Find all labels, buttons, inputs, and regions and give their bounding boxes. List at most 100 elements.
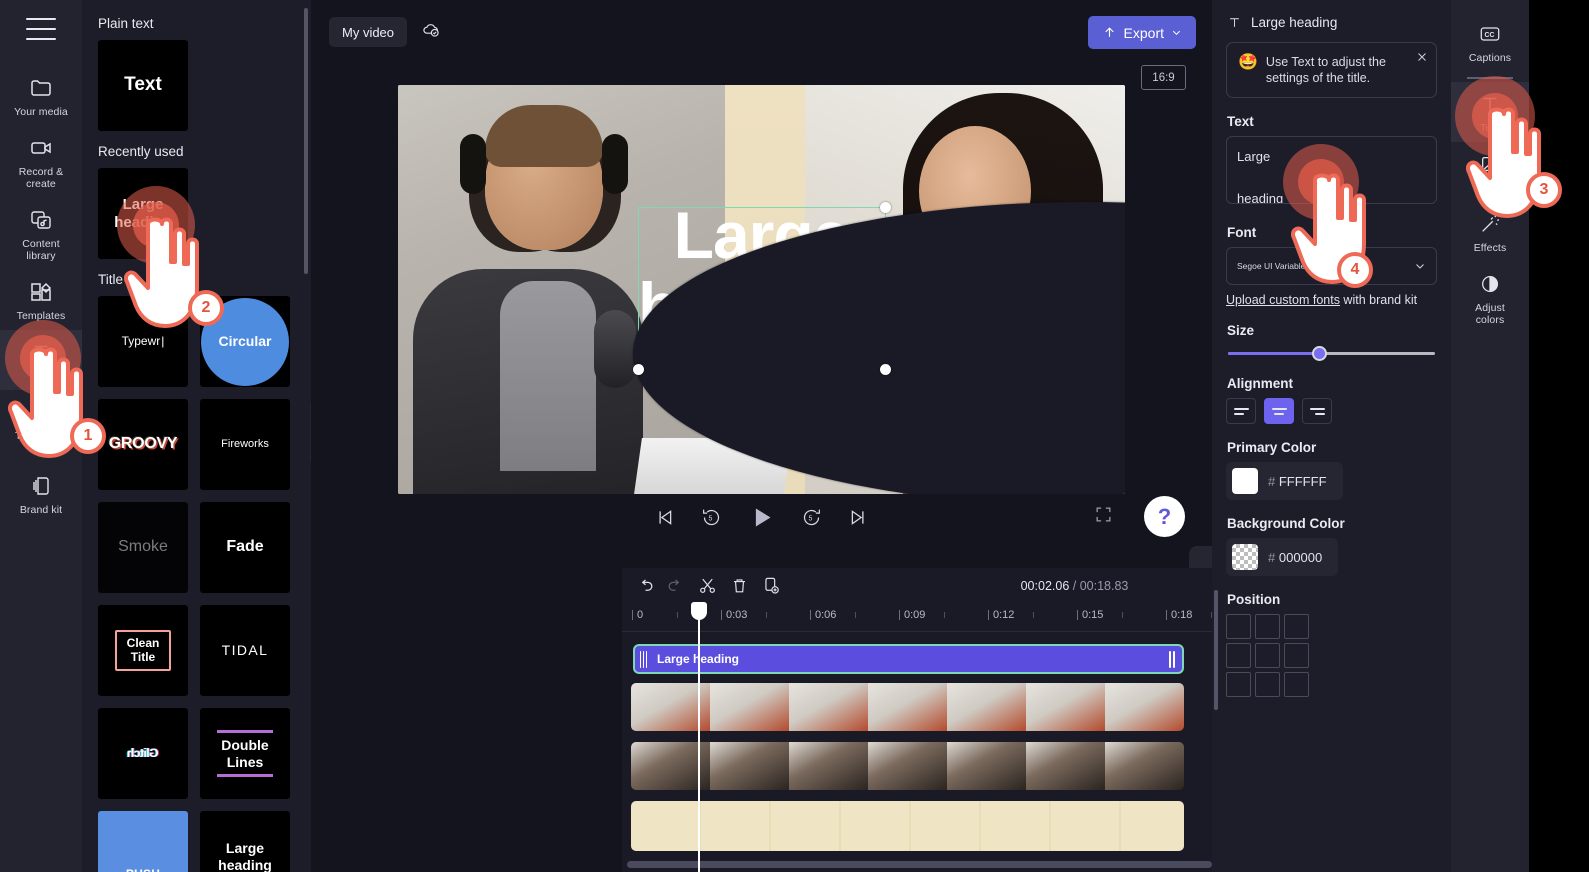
resize-handle-bottom-left[interactable] <box>633 364 644 375</box>
section-heading-recently-used: Recently used <box>98 144 184 159</box>
editor-center: My video Export 16:9 Large 5 5 ? 00:02.0… <box>311 0 1527 872</box>
text-template-tidal[interactable]: TIDAL <box>200 605 290 696</box>
skip-start-icon[interactable] <box>654 507 675 528</box>
aspect-ratio-button[interactable]: 16:9 <box>1141 65 1186 90</box>
hamburger-icon[interactable] <box>26 18 56 40</box>
ruler-minor-tick <box>1121 612 1123 618</box>
sidebar-item-record-create[interactable]: Record & create <box>0 126 82 198</box>
slider-thumb[interactable] <box>1312 346 1328 361</box>
tool-item-effects[interactable]: Effects <box>1451 202 1529 262</box>
sidebar-item-brand-kit[interactable]: Brand kit <box>0 464 82 524</box>
help-button[interactable]: ? <box>1144 496 1185 537</box>
text-overlay-selection[interactable]: Large heading <box>633 199 1125 494</box>
templates-icon <box>28 279 54 305</box>
current-time: 00:02.06 <box>1020 579 1070 593</box>
align-center-button[interactable] <box>1264 398 1294 424</box>
cloud-saved-icon[interactable] <box>421 19 441 39</box>
tool-label: Effects <box>1473 242 1507 254</box>
position-cell-bottom-center[interactable] <box>1255 672 1280 697</box>
position-cell-middle-center[interactable] <box>1255 643 1280 668</box>
library-scrollbar[interactable] <box>304 8 308 274</box>
playhead[interactable] <box>691 602 707 872</box>
position-cell-middle-right[interactable] <box>1284 643 1309 668</box>
primary-color-picker[interactable]: # FFFFFF <box>1226 462 1343 500</box>
text-template-clean-title[interactable]: Clean Title <box>98 605 188 696</box>
ruler-label: 0:15 <box>1082 609 1104 621</box>
text-template-fireworks[interactable]: Fireworks <box>200 399 290 490</box>
text-t-icon <box>1227 15 1242 30</box>
clip-trim-handle-right[interactable] <box>1169 650 1176 668</box>
thumbnail-frame <box>1105 683 1184 731</box>
sidebar-item-transitions[interactable]: Transitions <box>0 390 82 450</box>
background-color-picker[interactable]: # 000000 <box>1226 538 1339 576</box>
resize-handle-bottom-right[interactable] <box>880 364 891 375</box>
text-template-double-lines[interactable]: Double Lines <box>200 708 290 799</box>
resize-handle-top-right[interactable] <box>880 202 891 213</box>
tile-label: Fireworks <box>221 438 269 451</box>
timeline-overlay-clip-3[interactable] <box>631 801 1184 851</box>
text-template-fade[interactable]: Fade <box>200 502 290 593</box>
forward-5-icon[interactable]: 5 <box>801 507 822 528</box>
thumbnail-frame <box>868 742 947 790</box>
tool-item-adjust-colors[interactable]: Adjust colors <box>1451 262 1529 334</box>
timeline-video-clip-2[interactable] <box>631 742 1184 790</box>
sidebar-item-your-media[interactable]: Your media <box>0 66 82 126</box>
hash-symbol: # <box>1268 473 1276 489</box>
timeline-horizontal-scrollbar[interactable] <box>627 861 1212 868</box>
tile-label: Large heading <box>218 839 272 872</box>
text-template-typewriter[interactable]: Typewr | <box>98 296 188 387</box>
tool-item-captions[interactable]: CC Captions <box>1451 12 1529 72</box>
thumbnail-frame <box>947 742 1026 790</box>
callout-pulse-inner-1 <box>20 335 66 381</box>
position-cell-bottom-left[interactable] <box>1226 672 1251 697</box>
export-button[interactable]: Export <box>1087 16 1196 49</box>
callout-pulse-inner-2 <box>133 202 179 248</box>
position-cell-middle-left[interactable] <box>1226 643 1251 668</box>
clip-trim-handle-left[interactable] <box>640 650 647 668</box>
text-template-smoke[interactable]: Smoke <box>98 502 188 593</box>
preview-headphone-right <box>601 134 628 195</box>
playhead-handle[interactable] <box>691 602 707 620</box>
text-template-push-through[interactable]: PUSH THROUGH <box>98 811 188 872</box>
position-grid <box>1226 614 1437 697</box>
position-cell-bottom-right[interactable] <box>1284 672 1309 697</box>
ruler-label: 0:03 <box>726 609 748 621</box>
properties-scrollbar[interactable] <box>1214 590 1218 710</box>
skip-end-icon[interactable] <box>848 507 869 528</box>
text-template-groovy[interactable]: GROOVY <box>98 399 188 490</box>
sidebar-item-content-library[interactable]: Content library <box>0 198 82 270</box>
size-slider[interactable] <box>1228 346 1435 361</box>
callout-pulse-inner-3 <box>1472 93 1518 139</box>
video-preview-stage[interactable]: Large heading <box>398 85 1125 494</box>
callout-pulse-inner-4 <box>1298 159 1344 205</box>
slider-fill <box>1228 352 1320 355</box>
play-icon[interactable] <box>748 504 775 531</box>
position-cell-top-right[interactable] <box>1284 614 1309 639</box>
align-right-button[interactable] <box>1302 398 1332 424</box>
upload-arrow-icon <box>1102 25 1117 40</box>
timeline-text-clip[interactable]: Large heading <box>633 644 1184 674</box>
position-cell-top-center[interactable] <box>1255 614 1280 639</box>
content-library-icon <box>28 207 54 233</box>
text-template-glitch[interactable]: Glitch <box>98 708 188 799</box>
align-left-button[interactable] <box>1226 398 1256 424</box>
fullscreen-icon[interactable] <box>1094 505 1113 524</box>
font-select[interactable]: Segoe UI Variable Small Regular <box>1226 247 1437 285</box>
ruler-label: 0:12 <box>993 609 1015 621</box>
timeline-video-clip-1[interactable] <box>631 683 1184 731</box>
tile-label: PUSH THROUGH <box>98 867 188 872</box>
video-title-input[interactable]: My video <box>329 17 408 47</box>
tip-callout: 🤩 Use Text to adjust the settings of the… <box>1226 42 1437 98</box>
top-toolbar: My video Export 16:9 <box>311 0 1216 90</box>
upload-custom-fonts-link[interactable]: Upload custom fonts <box>1226 293 1340 307</box>
folder-icon <box>28 75 54 101</box>
text-template-plain[interactable]: Text <box>98 40 188 131</box>
ruler-minor-tick <box>765 612 767 618</box>
tile-label: Smoke <box>118 538 168 556</box>
text-template-large-heading[interactable]: Large heading <box>200 811 290 872</box>
background-color-swatch <box>1232 544 1258 570</box>
rewind-5-icon[interactable]: 5 <box>701 507 722 528</box>
close-icon[interactable] <box>1416 51 1428 63</box>
position-cell-top-left[interactable] <box>1226 614 1251 639</box>
sidebar-label: Content library <box>22 238 60 262</box>
